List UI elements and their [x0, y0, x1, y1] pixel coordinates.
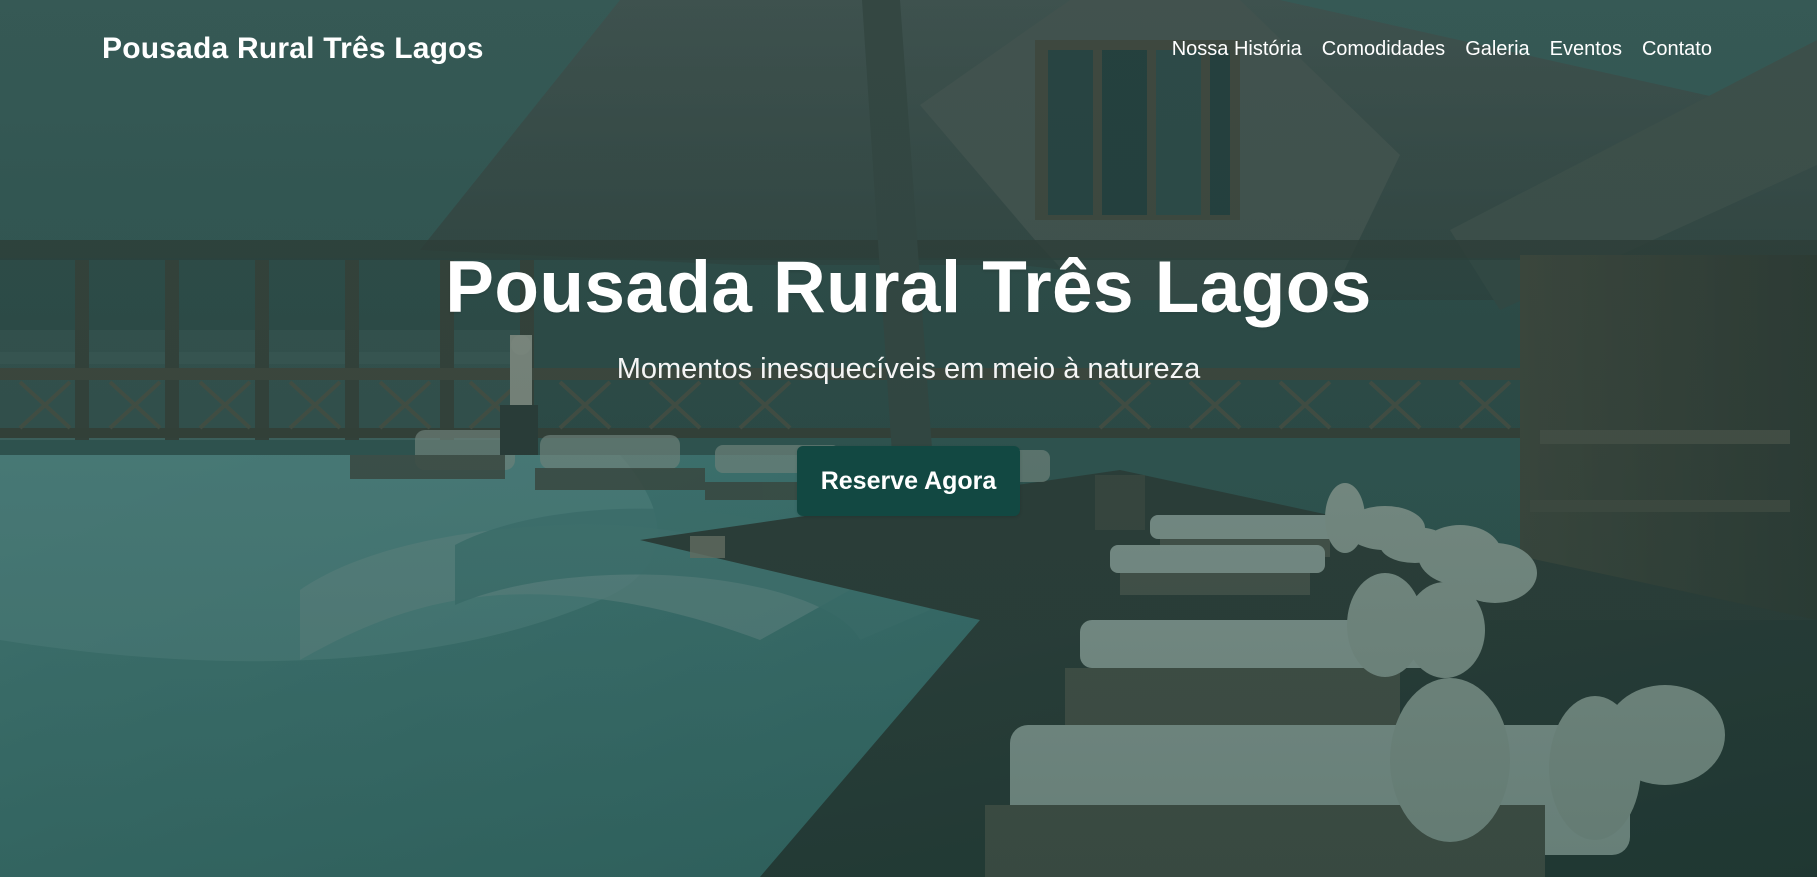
hero-subtitle: Momentos inesquecíveis em meio à naturez… [616, 353, 1201, 385]
main-navigation: Nossa História Comodidades Galeria Event… [1172, 37, 1712, 61]
nav-link-galeria[interactable]: Galeria [1465, 37, 1529, 61]
nav-link-contato[interactable]: Contato [1642, 37, 1712, 61]
site-header: Pousada Rural Três Lagos Nossa História … [0, 0, 1817, 110]
nav-link-eventos[interactable]: Eventos [1550, 37, 1622, 61]
site-brand[interactable]: Pousada Rural Três Lagos [102, 32, 484, 66]
nav-link-comodidades[interactable]: Comodidades [1322, 37, 1445, 61]
nav-link-nossa-historia[interactable]: Nossa História [1172, 37, 1302, 61]
hero-title: Pousada Rural Três Lagos [445, 247, 1372, 328]
hero-content: Pousada Rural Três Lagos Momentos inesqu… [0, 246, 1817, 516]
hero-section: Pousada Rural Três Lagos Nossa História … [0, 0, 1817, 877]
reserve-now-button[interactable]: Reserve Agora [796, 446, 1021, 516]
